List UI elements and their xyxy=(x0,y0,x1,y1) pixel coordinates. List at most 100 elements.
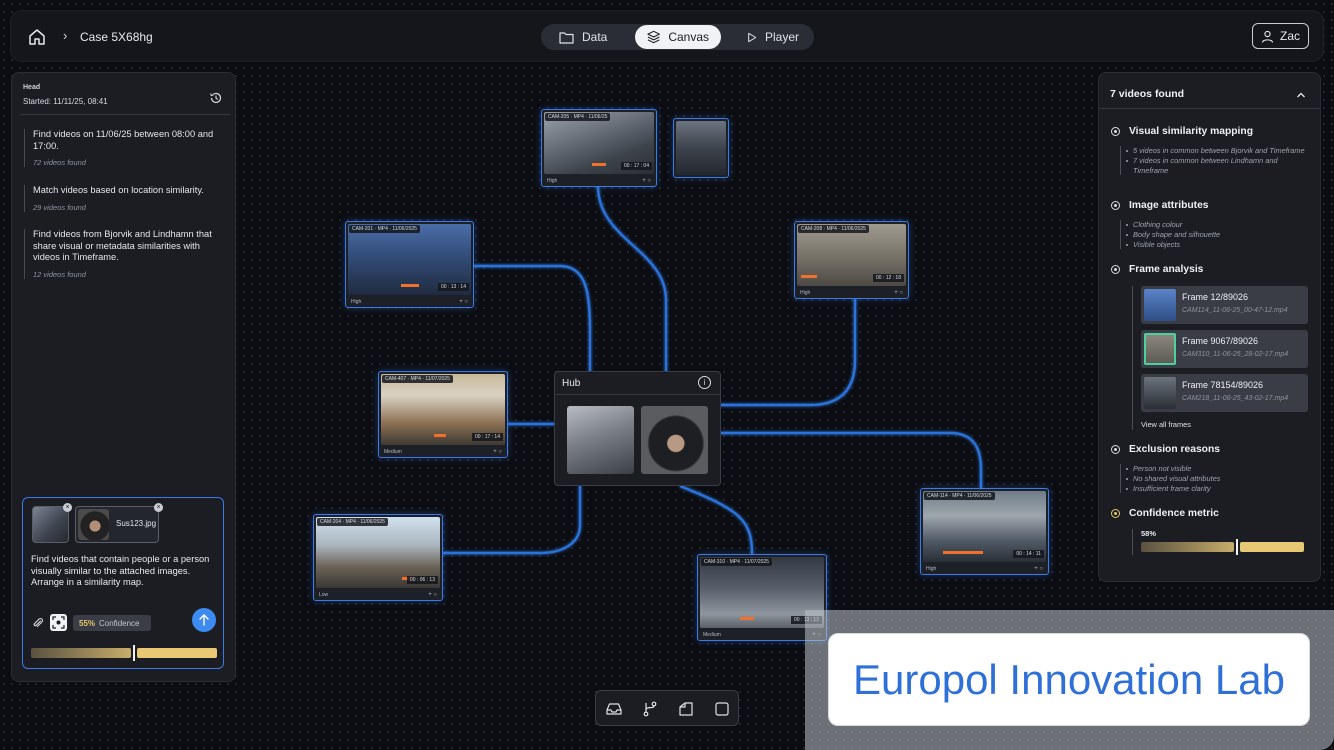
video-meta: CAM-310 · MP4 · 11/07/2025 xyxy=(701,558,772,566)
attachment-file[interactable]: Sus123.jpg xyxy=(75,506,159,543)
user-menu-button[interactable]: Zac xyxy=(1252,23,1309,49)
video-actions-icon[interactable]: + ○ xyxy=(894,290,903,296)
prompt-input[interactable]: Find videos that contain people or a per… xyxy=(31,554,221,589)
view-all-frames-link[interactable]: View all frames xyxy=(1141,420,1191,429)
confidence-handle[interactable] xyxy=(133,645,135,661)
video-timestamp: 00 : 17 : 14 xyxy=(471,433,503,441)
reference-image[interactable] xyxy=(567,406,634,474)
video-timestamp: 00 : 12 : 18 xyxy=(872,274,904,282)
remove-attachment-icon[interactable]: × xyxy=(154,503,163,512)
play-icon xyxy=(748,32,757,42)
detail-item: Insufficient frame clarity xyxy=(1126,484,1310,494)
confidence-percent: 55% xyxy=(79,618,96,628)
frame-result[interactable]: Frame 9067/89026 CAM310_11-06-25_28-02-1… xyxy=(1141,330,1308,368)
radio-dot-icon xyxy=(1111,445,1120,454)
confidence-fill-high xyxy=(1240,542,1304,552)
head-label: Head xyxy=(23,84,41,91)
info-icon[interactable]: i xyxy=(698,376,711,389)
attachment-image[interactable] xyxy=(32,506,69,543)
confidence-chip[interactable]: 55% Confidence xyxy=(73,615,151,631)
detail-item: Visible objects xyxy=(1126,240,1310,250)
inbox-icon[interactable] xyxy=(605,700,623,718)
video-card[interactable]: CAM-208 · MP4 · 11/06/2025 00 : 12 : 18 … xyxy=(794,221,909,299)
prompt-composer[interactable]: × Sus123.jpg × Find videos that contain … xyxy=(22,497,224,669)
tab-data-label: Data xyxy=(582,30,608,44)
results-panel: 7 videos found Visual similarity mapping… xyxy=(1098,72,1321,582)
section-details: Person not visible No shared visual attr… xyxy=(1120,464,1310,494)
detection-marker xyxy=(401,284,419,287)
video-card[interactable]: CAM-201 · MP4 · 11/06/2025 00 : 13 : 14 … xyxy=(345,221,474,308)
hub-node[interactable]: Hub i xyxy=(554,371,721,486)
divider xyxy=(555,394,720,395)
video-actions-icon[interactable]: + ○ xyxy=(428,592,437,598)
section-title: Confidence metric xyxy=(1129,508,1219,519)
section-details: 5 videos in common between Bjorvik and T… xyxy=(1120,146,1310,176)
query-step[interactable]: Match videos based on location similarit… xyxy=(24,185,224,212)
video-quality: Medium xyxy=(384,449,402,455)
video-card[interactable]: CAM-204 · MP4 · 11/06/2025 00 : 06 : 13 … xyxy=(313,514,443,601)
send-button[interactable] xyxy=(192,608,216,632)
section-title: Frame analysis xyxy=(1129,264,1204,275)
detection-marker xyxy=(592,163,606,166)
confidence-slider[interactable] xyxy=(31,645,217,661)
query-step-text: Find videos on 11/06/25 between 08:00 an… xyxy=(33,129,214,151)
breadcrumb-case[interactable]: Case 5X68hg xyxy=(80,30,153,44)
query-step-text: Match videos based on location similarit… xyxy=(33,185,204,195)
detail-item: 7 videos in common between Lindhamn and … xyxy=(1126,156,1310,176)
video-meta: CAM-205 · MP4 · 11/06/25 xyxy=(545,113,611,121)
reference-image[interactable] xyxy=(641,406,708,474)
video-timestamp: 00 : 14 : 11 xyxy=(1013,550,1044,558)
frame-title: Frame 12/89026 xyxy=(1182,292,1249,302)
divider xyxy=(20,114,230,115)
detail-item: Clothing colour xyxy=(1126,220,1310,230)
image-scan-button[interactable] xyxy=(50,614,67,631)
video-actions-icon[interactable]: + ○ xyxy=(493,449,502,455)
tab-data[interactable]: Data xyxy=(547,25,629,49)
frame-file: CAM310_11-06-25_28-02-17.mp4 xyxy=(1182,351,1289,358)
tab-player[interactable]: Player xyxy=(735,25,811,49)
video-meta: CAM-114 · MP4 · 11/06/2025 xyxy=(924,492,995,500)
tab-canvas[interactable]: Canvas xyxy=(635,25,721,49)
frame-icon[interactable] xyxy=(713,700,731,718)
query-step[interactable]: Find videos on 11/06/25 between 08:00 an… xyxy=(24,129,224,167)
attachment-thumbnail xyxy=(78,509,109,540)
frame-result[interactable]: Frame 78154/89026 CAM218_11-06-25_43-02-… xyxy=(1141,374,1308,412)
note-icon[interactable] xyxy=(677,700,695,718)
video-card[interactable]: CAM-205 · MP4 · 11/06/25 00 : 17 : 04 Hi… xyxy=(541,109,657,187)
detection-marker xyxy=(434,434,446,437)
folder-icon xyxy=(559,31,574,44)
paperclip-icon[interactable] xyxy=(32,617,44,629)
video-actions-icon[interactable]: + ○ xyxy=(459,299,468,305)
tab-player-label: Player xyxy=(764,30,799,44)
frame-thumbnail xyxy=(1144,333,1176,365)
video-card[interactable]: CAM-114 · MP4 · 11/06/2025 00 : 14 : 11 … xyxy=(920,488,1049,575)
chevron-right-icon: › xyxy=(63,28,68,43)
frame-result[interactable]: Frame 12/89026 CAM114_11-06-25_00-47-12.… xyxy=(1141,286,1308,324)
video-thumbnail xyxy=(676,121,726,175)
detection-marker xyxy=(801,275,817,278)
remove-attachment-icon[interactable]: × xyxy=(63,503,72,512)
video-actions-icon[interactable]: + ○ xyxy=(1034,566,1043,572)
frame-file: CAM218_11-06-25_43-02-17.mp4 xyxy=(1182,395,1289,402)
user-name: Zac xyxy=(1279,29,1300,43)
video-card[interactable]: CAM-407 · MP4 · 11/07/2025 00 : 17 : 14 … xyxy=(378,371,508,458)
query-step[interactable]: Find videos from Bjorvik and Lindhamn th… xyxy=(24,229,224,279)
video-timestamp: 00 : 17 : 04 xyxy=(620,162,652,170)
history-icon[interactable] xyxy=(209,91,223,105)
video-card-crop[interactable] xyxy=(673,118,729,178)
branch-icon[interactable] xyxy=(641,700,659,718)
video-actions-icon[interactable]: + ○ xyxy=(642,178,651,184)
video-meta: CAM-201 · MP4 · 11/06/2025 xyxy=(349,225,420,233)
chevron-up-icon[interactable] xyxy=(1296,90,1306,100)
radio-dot-icon xyxy=(1111,201,1120,210)
home-icon[interactable] xyxy=(27,27,47,47)
section-title: Visual similarity mapping xyxy=(1129,126,1253,137)
attachment-filename: Sus123.jpg xyxy=(116,519,157,528)
section-title: Image attributes xyxy=(1129,200,1209,211)
watermark-text: Europol Innovation Lab xyxy=(853,655,1285,703)
confidence-label: Confidence xyxy=(99,618,140,628)
top-bar: › Case 5X68hg Data Canvas Player Zac xyxy=(10,10,1324,62)
hub-title: Hub xyxy=(562,378,581,389)
detection-marker xyxy=(740,617,754,620)
detail-item: 5 videos in common between Bjorvik and T… xyxy=(1126,146,1310,156)
